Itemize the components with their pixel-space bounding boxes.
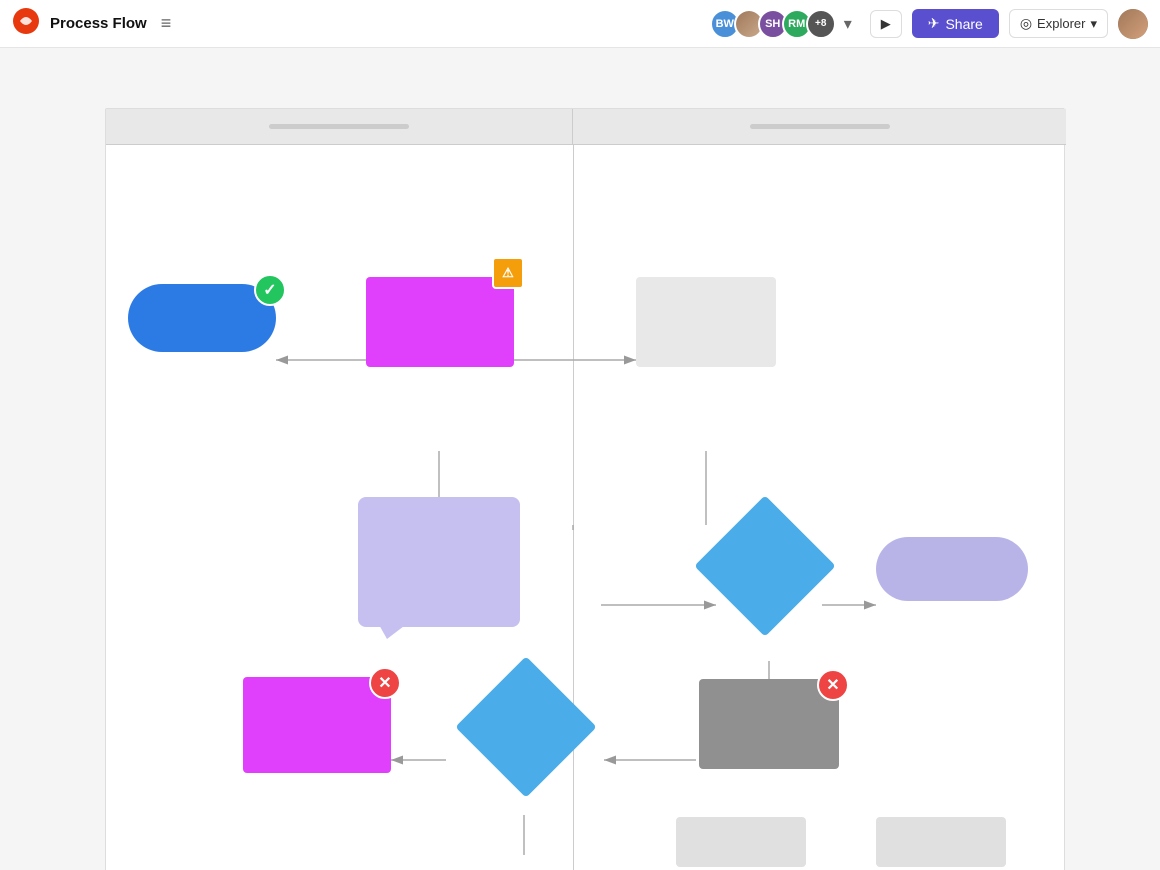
app-header: Process Flow ≡ BW SH RM +8 ▾ ▶ ✈ Share ◎… — [0, 0, 1160, 48]
blue-diamond-top-shape — [694, 495, 835, 636]
user-profile-avatar[interactable] — [1118, 9, 1148, 39]
gray-rect-top-shape — [636, 277, 776, 367]
diagram-board: ✓ ⚠ ✕ — [105, 108, 1065, 870]
lavender-pill-shape — [876, 537, 1028, 601]
avatars-chevron-icon[interactable]: ▾ — [836, 12, 860, 36]
app-logo[interactable] — [12, 7, 40, 40]
node-gray-rect-bottom-left[interactable] — [676, 817, 806, 867]
node-pink-rect-bottom[interactable]: ✕ — [243, 677, 391, 773]
col1-header-bar — [269, 124, 409, 129]
node-gray-rect-mid[interactable]: ✕ — [699, 679, 839, 769]
node-gray-rect-top[interactable] — [636, 277, 776, 367]
present-icon: ▶ — [881, 16, 891, 32]
blue-diamond-bottom-shape — [455, 656, 596, 797]
node-diamond-blue-bottom[interactable] — [476, 677, 576, 777]
gray-rect-bottom-left-shape — [676, 817, 806, 867]
avatar-more[interactable]: +8 — [806, 9, 836, 39]
warning-badge: ⚠ — [492, 257, 524, 289]
column-2-header — [573, 109, 1066, 145]
collaborator-avatars: BW SH RM +8 ▾ — [710, 9, 860, 39]
node-lavender-pill[interactable] — [876, 537, 1028, 601]
explorer-circle-icon: ◎ — [1020, 15, 1032, 32]
node-gray-rect-bottom-right[interactable] — [876, 817, 1006, 867]
success-badge: ✓ — [254, 274, 286, 306]
speech-bubble-shape — [358, 497, 520, 627]
pink-rect-bottom-shape — [243, 677, 391, 773]
node-diamond-blue-top[interactable] — [715, 516, 815, 616]
share-button[interactable]: ✈ Share — [912, 9, 999, 38]
canvas-area[interactable]: ✓ ⚠ ✕ — [0, 48, 1160, 870]
explorer-chevron-icon: ▾ — [1090, 16, 1097, 32]
error-badge-left: ✕ — [369, 667, 401, 699]
column-1-header — [106, 109, 573, 145]
gray-rect-bottom-right-shape — [876, 817, 1006, 867]
menu-icon[interactable]: ≡ — [161, 13, 172, 34]
node-speech-bubble[interactable] — [358, 497, 520, 627]
header-right-section: BW SH RM +8 ▾ ▶ ✈ Share ◎ Explorer ▾ — [710, 9, 1148, 39]
node-blue-pill[interactable]: ✓ — [128, 284, 276, 352]
pink-rect-shape — [366, 277, 514, 367]
node-pink-rect[interactable]: ⚠ — [366, 277, 514, 367]
share-icon: ✈ — [928, 15, 940, 32]
present-button[interactable]: ▶ — [870, 10, 902, 38]
document-title: Process Flow — [50, 15, 147, 32]
col2-header-bar — [750, 124, 890, 129]
explorer-button[interactable]: ◎ Explorer ▾ — [1009, 9, 1108, 38]
error-badge-right: ✕ — [817, 669, 849, 701]
